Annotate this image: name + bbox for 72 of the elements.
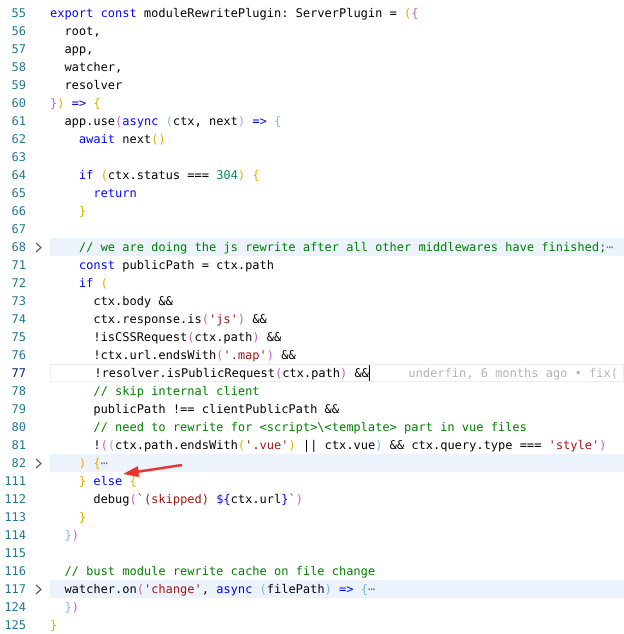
line-number: 78 — [10, 383, 26, 400]
code-line: await next() — [78, 131, 166, 148]
code-line: }) => { — [50, 95, 101, 112]
code-line: const publicPath = ctx.path — [78, 257, 274, 274]
line-number: 117 — [3, 581, 26, 598]
line-number: 73 — [10, 293, 26, 310]
line-number: 60 — [10, 95, 26, 112]
code-line: // need to rewrite for <script>\<template> part in vue files — [92, 419, 527, 436]
line-number: 82 — [10, 455, 26, 472]
code-line: !isCSSRequest(ctx.path) && — [92, 329, 282, 346]
line-number: 80 — [10, 419, 26, 436]
code-line: if ( — [78, 275, 108, 292]
line-number: 56 — [10, 23, 26, 40]
line-number: 124 — [3, 599, 26, 616]
line-number: 114 — [3, 527, 26, 544]
code-line: export const moduleRewritePlugin: ServerPlugin = ({ — [50, 5, 418, 22]
code-line: } — [78, 509, 86, 526]
chevron-icon[interactable] — [34, 242, 42, 252]
code-line: // bust module rewrite cache on file change — [63, 563, 376, 580]
code-line: resolver — [63, 77, 122, 94]
chevron-icon[interactable] — [34, 458, 42, 468]
code-line: !resolver.isPublicRequest(ctx.path) && — [93, 365, 369, 382]
code-line: publicPath !== clientPublicPath && — [92, 401, 339, 418]
line-number: 59 — [10, 77, 26, 94]
line-number: 74 — [10, 311, 26, 328]
code-line: app.use(async (ctx, next) => { — [63, 113, 282, 130]
code-line: // we are doing the js rewrite after all other middlewares have finished;⋯ — [78, 239, 614, 256]
code-line: !((ctx.path.endsWith('.vue') || ctx.vue) && ctx.query.type === 'style') — [92, 437, 606, 454]
line-number: 71 — [10, 257, 26, 274]
line-number: 66 — [10, 203, 26, 220]
arrow-annotation — [122, 462, 184, 478]
line-number: 64 — [10, 167, 26, 184]
code-line: app, — [63, 41, 94, 58]
code-line: watcher, — [63, 59, 122, 76]
line-number: 81 — [10, 437, 26, 454]
code-line: ctx.body && — [92, 293, 173, 310]
blame-annotation: underfin, 6 months ago • fix( — [408, 365, 618, 382]
line-number: 63 — [10, 149, 26, 166]
line-number: 65 — [10, 185, 26, 202]
line-number: 61 — [10, 113, 26, 130]
line-number: 57 — [10, 41, 26, 58]
code-line: } — [78, 203, 86, 220]
line-number: 111 — [3, 473, 26, 490]
line-number: 113 — [3, 509, 26, 526]
line-number: 67 — [10, 221, 26, 238]
line-number: 112 — [3, 491, 26, 508]
code-line: ) {⋯ — [78, 455, 108, 472]
line-number: 116 — [3, 563, 26, 580]
code-line: ctx.response.is('js') && — [92, 311, 267, 328]
code-line: debug(`(skipped) ${ctx.url}`) — [92, 491, 303, 508]
code-line: if (ctx.status === 304) { — [78, 167, 260, 184]
code-line: } — [50, 617, 58, 634]
code-line: // skip internal client — [92, 383, 260, 400]
line-number: 125 — [3, 617, 26, 634]
line-number: 62 — [10, 131, 26, 148]
line-number: 75 — [10, 329, 26, 346]
line-number: 76 — [10, 347, 26, 364]
code-line: !ctx.url.endsWith('.map') && — [92, 347, 296, 364]
line-number: 79 — [10, 401, 26, 418]
code-line: watcher.on('change', async (filePath) => {⋯ — [63, 581, 376, 598]
code-line: } else { — [78, 473, 137, 490]
line-number: 72 — [10, 275, 26, 292]
line-number: 68 — [10, 239, 26, 256]
code-line: }) — [63, 527, 79, 544]
chevron-icon[interactable] — [34, 584, 42, 594]
code-line: }) — [63, 599, 79, 616]
line-number: 55 — [10, 5, 26, 22]
line-number: 58 — [10, 59, 26, 76]
code-line: return — [92, 185, 137, 202]
line-number: 77 — [10, 365, 26, 382]
line-number: 115 — [3, 545, 26, 562]
code-line: root, — [63, 23, 101, 40]
